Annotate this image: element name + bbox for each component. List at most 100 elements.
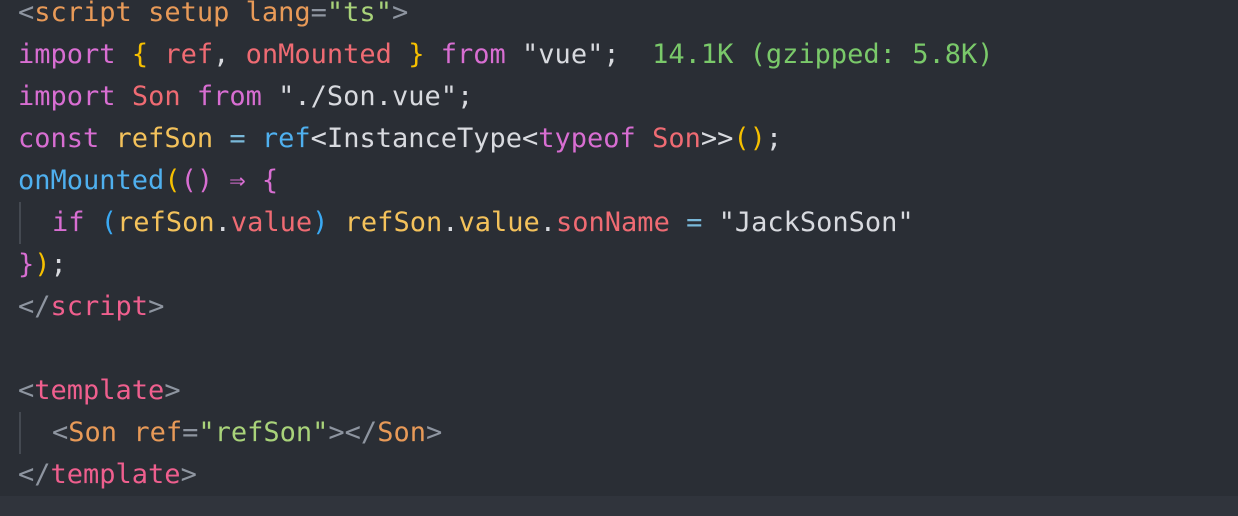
code-token: < [522,123,539,154]
code-token: from [196,81,262,112]
code-token: from [440,39,506,70]
code-line[interactable]: onMounted(() ⇒ { [18,160,1238,202]
current-line-highlight [0,496,1238,516]
code-token: Son [652,123,701,154]
code-line[interactable]: }); [18,244,1238,286]
code-token: import [18,81,116,112]
code-token: > [164,375,181,406]
code-token: onMounted [18,165,165,196]
code-token: () [180,165,214,196]
code-token: ; [456,81,474,112]
code-token: ( [164,165,181,196]
code-token: ref [164,39,214,70]
code-token: onMounted [245,39,392,70]
code-token: setup [148,0,230,28]
code-token: </ [18,459,51,490]
code-token: { [261,165,279,196]
code-token: = [310,0,327,28]
code-line[interactable]: </template> [18,454,1238,496]
code-token: , [213,39,246,70]
code-token: ref [133,417,183,448]
code-token: < [18,375,35,406]
code-token: template [50,459,181,490]
code-line[interactable] [18,328,1238,370]
code-token: if [52,207,85,238]
code-editor[interactable]: <script setup lang="ts"> import { ref, on… [0,0,1238,516]
code-line[interactable]: <template> [18,370,1238,412]
code-token: ; [765,123,783,154]
import-size-hint: 14.1K (gzipped: 5.8K) [652,39,994,70]
code-token: } [18,249,35,280]
code-line[interactable]: </script> [18,286,1238,328]
code-token: "ts" [326,0,392,28]
code-token: ) [34,249,51,280]
code-token: ; [50,249,67,280]
code-token: < [18,0,35,28]
code-token: "./Son.vue" [278,81,457,112]
code-line[interactable]: import { ref, onMounted } from "vue"; 14… [18,34,1238,76]
code-token: } [408,39,425,70]
code-token: . [214,207,231,238]
code-token: > [148,291,165,322]
indent-guide [19,202,21,244]
code-token: script [50,291,149,322]
code-line[interactable]: import Son from "./Son.vue"; [18,76,1238,118]
code-token: Son [377,417,426,448]
code-token: = [686,207,703,238]
code-token: import [18,39,116,70]
code-token: refSon [344,207,443,238]
code-token: "JackSonSon" [718,207,914,238]
code-token: ⇒ [229,165,246,196]
code-token: > [425,417,443,448]
code-token: sonName [556,207,670,238]
code-token: ></ [328,417,378,448]
code-token: InstanceType [326,123,523,154]
code-token: value [458,207,540,238]
code-line[interactable]: if (refSon.value) refSon.value.sonName =… [18,202,1238,244]
code-token: ) [312,207,329,238]
code-lines[interactable]: <script setup lang="ts"> import { ref, on… [18,0,1238,496]
code-line[interactable]: const refSon = ref<InstanceType<typeof S… [18,118,1238,160]
code-line[interactable]: <Son ref="refSon"></Son> [18,412,1238,454]
code-token: < [52,417,69,448]
indent-guide [19,412,21,454]
code-token: > [391,0,409,28]
code-token: . [442,207,459,238]
code-token: = [182,417,199,448]
code-token: { [131,39,149,70]
code-token: template [34,375,165,406]
code-token: ; [603,39,620,70]
code-token: refSon [115,123,214,154]
code-token: >> [700,123,734,154]
code-token: refSon [117,207,215,238]
code-token: ( [100,207,118,238]
code-token: script [34,0,132,28]
code-token: Son [131,81,181,112]
code-token: Son [68,417,118,448]
code-token: = [229,123,246,154]
code-token: "refSon" [198,417,329,448]
code-line[interactable]: <script setup lang="ts"> [18,0,1238,34]
code-token: "vue" [522,39,604,70]
code-token: ref [261,123,311,154]
code-token: > [180,459,197,490]
code-token: . [539,207,557,238]
code-token: lang [245,0,311,28]
